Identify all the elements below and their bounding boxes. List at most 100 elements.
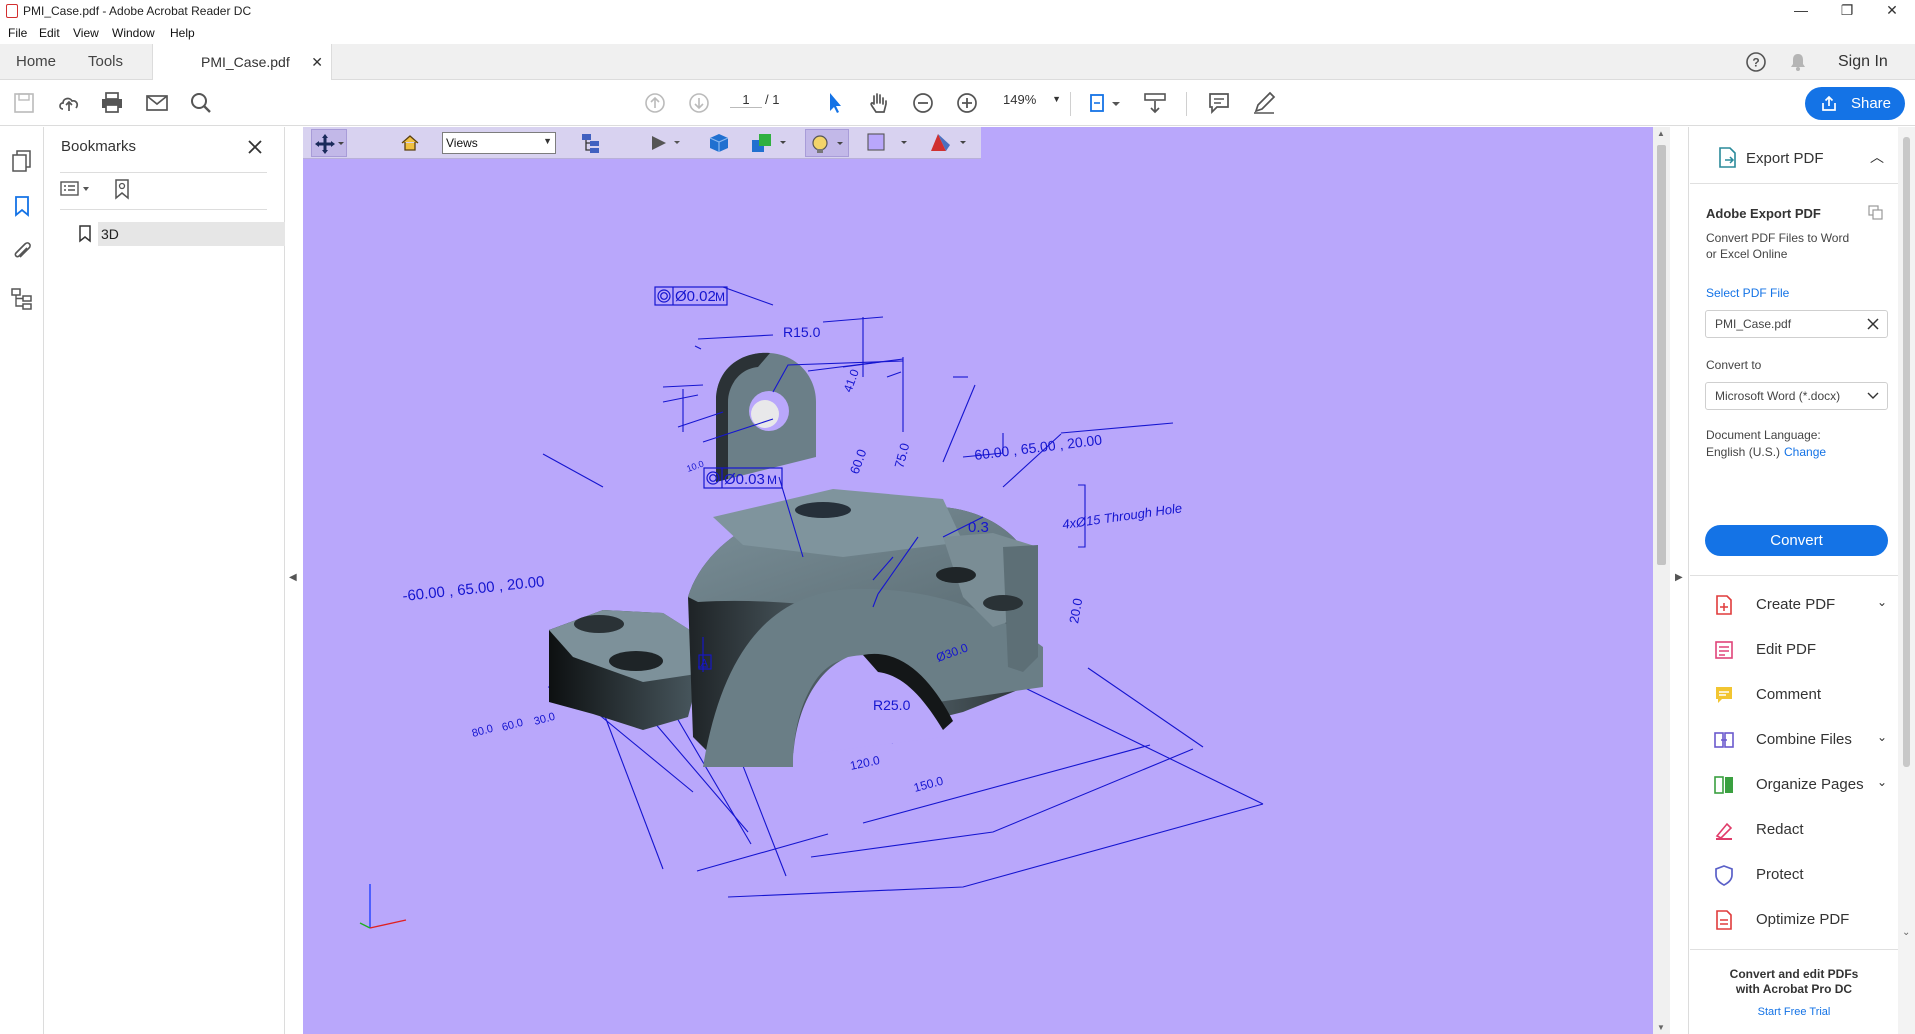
views-select[interactable]: Views ▼ — [442, 132, 556, 154]
document-vertical-scrollbar[interactable]: ▲ ▼ — [1653, 127, 1670, 1034]
upload-cloud-icon[interactable] — [56, 90, 82, 116]
lighting-tool-button[interactable] — [805, 129, 849, 157]
zoom-out-icon[interactable] — [910, 90, 936, 116]
hand-tool-icon[interactable] — [866, 90, 892, 116]
chevron-down-icon[interactable]: ⌄ — [1877, 730, 1887, 744]
projection-cube-icon[interactable] — [708, 132, 730, 154]
menu-edit[interactable]: Edit — [39, 26, 60, 40]
tool-create-pdf[interactable]: Create PDF ⌄ — [1705, 587, 1895, 623]
page-number-input[interactable]: 1 — [730, 92, 762, 108]
3d-rotate-tool-button[interactable] — [311, 129, 347, 157]
create-pdf-icon — [1716, 595, 1732, 615]
chevron-down-icon[interactable]: ⌄ — [1877, 775, 1887, 789]
edit-pdf-icon — [1715, 641, 1733, 659]
tab-document[interactable]: PMI_Case.pdf ✕ — [152, 44, 332, 81]
bookmarks-title: Bookmarks — [61, 138, 137, 155]
restore-button[interactable]: ❐ — [1824, 0, 1870, 22]
fcf-top-value: Ø0.02 — [675, 288, 716, 305]
pen-draw-icon[interactable] — [1251, 90, 1277, 116]
chevron-down-icon[interactable]: ⌄ — [1877, 595, 1887, 609]
search-icon[interactable] — [188, 90, 214, 116]
home-view-icon[interactable] — [400, 133, 420, 153]
shield-icon — [1715, 865, 1733, 886]
start-free-trial-link[interactable]: Start Free Trial — [1690, 1006, 1898, 1018]
tool-comment[interactable]: Comment — [1705, 677, 1895, 713]
right-panel-splitter[interactable]: ▶ — [1670, 127, 1689, 1034]
play-animation-icon[interactable] — [650, 134, 686, 152]
window-title: PMI_Case.pdf - Adobe Acrobat Reader DC — [23, 4, 252, 18]
selected-file-name: PMI_Case.pdf — [1715, 317, 1792, 331]
close-panel-icon[interactable] — [246, 138, 264, 156]
scroll-down-icon[interactable]: ▼ — [1657, 1023, 1665, 1032]
tool-edit-pdf[interactable]: Edit PDF — [1705, 632, 1895, 668]
menu-file[interactable]: File — [8, 26, 27, 40]
clear-file-icon[interactable] — [1867, 318, 1879, 330]
menu-help[interactable]: Help — [170, 26, 195, 40]
selected-file-field[interactable]: PMI_Case.pdf — [1705, 310, 1888, 338]
save-icon[interactable] — [11, 90, 37, 116]
collapse-right-icon[interactable]: ▶ — [1675, 572, 1683, 583]
model-tree-icon[interactable] — [10, 287, 34, 311]
sign-in-link[interactable]: Sign In — [1838, 44, 1888, 80]
scrollbar-thumb[interactable] — [1903, 137, 1910, 767]
menu-window[interactable]: Window — [112, 26, 155, 40]
tool-redact[interactable]: Redact — [1705, 812, 1895, 848]
tool-protect[interactable]: Protect — [1705, 857, 1895, 893]
share-button[interactable]: Share — [1805, 87, 1905, 120]
tool-optimize-pdf[interactable]: Optimize PDF — [1705, 902, 1895, 938]
help-icon[interactable]: ? — [1745, 51, 1767, 73]
minimize-button[interactable]: — — [1778, 0, 1824, 22]
new-bookmark-icon[interactable] — [112, 178, 134, 200]
copy-icon[interactable] — [1868, 205, 1884, 221]
background-color-icon[interactable] — [866, 132, 914, 154]
document-language-label: Document Language: — [1706, 428, 1821, 442]
tool-combine-files[interactable]: Combine Files ⌄ — [1705, 722, 1895, 758]
menu-view[interactable]: View — [73, 26, 99, 40]
convert-format-select[interactable]: Microsoft Word (*.docx) — [1705, 382, 1888, 410]
cross-section-icon[interactable] — [928, 131, 972, 155]
render-mode-icon[interactable] — [750, 131, 790, 155]
scrollbar-thumb[interactable] — [1657, 145, 1666, 565]
pmi-3d-model[interactable]: Ø0.02 M Ø0.03 M R15.0 41.0 60.0 75.0 60.… — [303, 127, 1653, 1034]
axis-triad — [359, 884, 407, 929]
zoom-level-select[interactable]: 149% ▼ — [1003, 92, 1065, 107]
model-tree-toggle-icon[interactable] — [579, 132, 601, 154]
right-pane-scrollbar[interactable]: ⌄ — [1898, 127, 1915, 1034]
zoom-in-icon[interactable] — [954, 90, 980, 116]
tool-label: Comment — [1756, 686, 1822, 703]
left-panel-splitter[interactable]: ◀ — [286, 127, 303, 1034]
change-language-link[interactable]: Change — [1784, 445, 1826, 459]
page-fit-icon[interactable] — [1088, 90, 1122, 116]
print-icon[interactable] — [99, 90, 125, 116]
divider — [1690, 183, 1898, 184]
document-3d-viewport[interactable]: Ø0.02 M Ø0.03 M R15.0 41.0 60.0 75.0 60.… — [303, 127, 1653, 1034]
promo-line1: Convert and edit PDFs — [1729, 967, 1859, 981]
scroll-mode-icon[interactable] — [1142, 90, 1168, 116]
tool-organize-pages[interactable]: Organize Pages ⌄ — [1705, 767, 1895, 803]
select-arrow-icon[interactable] — [822, 90, 848, 116]
tool-label: Edit PDF — [1756, 641, 1817, 658]
comment-icon[interactable] — [1206, 90, 1232, 116]
adobe-export-heading: Adobe Export PDF — [1706, 206, 1821, 221]
close-tab-icon[interactable]: ✕ — [311, 44, 323, 80]
convert-button[interactable]: Convert — [1705, 525, 1888, 556]
close-window-button[interactable]: ✕ — [1869, 0, 1915, 22]
export-pdf-header[interactable]: Export PDF ︿ — [1690, 141, 1898, 177]
scroll-up-icon[interactable]: ▲ — [1657, 129, 1665, 138]
select-pdf-file-link[interactable]: Select PDF File — [1706, 286, 1789, 300]
page-thumbnails-icon[interactable] — [11, 149, 33, 173]
tab-tools[interactable]: Tools — [88, 44, 123, 80]
collapse-chevron-icon[interactable]: ︿ — [1870, 147, 1884, 167]
tab-home[interactable]: Home — [16, 44, 56, 80]
bookmarks-icon[interactable] — [13, 195, 31, 217]
attachments-paperclip-icon[interactable] — [11, 240, 33, 264]
export-description-line1: Convert PDF Files to Word — [1706, 231, 1850, 245]
collapse-left-icon[interactable]: ◀ — [289, 572, 297, 583]
bookmark-options-icon[interactable] — [60, 180, 94, 198]
next-page-icon[interactable] — [686, 90, 712, 116]
email-icon[interactable] — [144, 90, 170, 116]
previous-page-icon[interactable] — [642, 90, 668, 116]
notifications-bell-icon[interactable] — [1788, 52, 1808, 72]
bookmark-item-highlight — [98, 222, 285, 246]
scroll-down-icon[interactable]: ⌄ — [1902, 927, 1910, 938]
